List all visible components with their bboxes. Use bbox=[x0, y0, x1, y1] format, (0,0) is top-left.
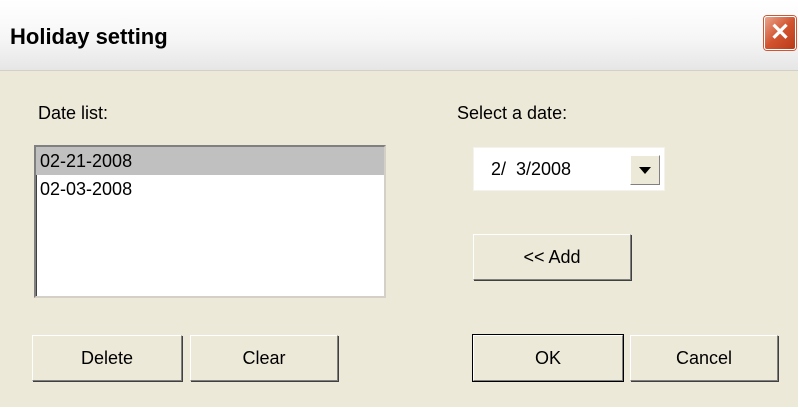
list-item[interactable]: 02-21-2008 bbox=[36, 147, 384, 175]
add-button[interactable]: << Add bbox=[473, 234, 631, 280]
close-button[interactable]: ✕ bbox=[764, 16, 796, 50]
dialog-title: Holiday setting bbox=[10, 24, 168, 49]
list-item-text: 02-21-2008 bbox=[40, 151, 133, 171]
list-item[interactable]: 02-03-2008 bbox=[36, 175, 384, 203]
chevron-down-icon bbox=[639, 166, 651, 174]
date-listbox[interactable]: 02-21-2008 02-03-2008 bbox=[34, 145, 386, 298]
date-list-label: Date list: bbox=[38, 103, 109, 123]
select-date-label: Select a date: bbox=[457, 103, 568, 123]
clear-button[interactable]: Clear bbox=[190, 335, 338, 381]
holiday-setting-dialog: Holiday setting ✕ Date list: 02-21-2008 … bbox=[0, 0, 798, 407]
date-dropdown-button[interactable] bbox=[630, 155, 660, 185]
date-picker-value: 2/ 3/2008 bbox=[491, 159, 572, 179]
close-icon: ✕ bbox=[769, 19, 791, 46]
list-item-text: 02-03-2008 bbox=[40, 179, 133, 199]
delete-button[interactable]: Delete bbox=[32, 335, 182, 381]
date-picker[interactable]: 2/ 3/2008 bbox=[473, 147, 665, 191]
ok-button[interactable]: OK bbox=[472, 334, 624, 382]
cancel-button[interactable]: Cancel bbox=[630, 335, 778, 381]
title-bar[interactable]: Holiday setting ✕ bbox=[0, 0, 798, 71]
